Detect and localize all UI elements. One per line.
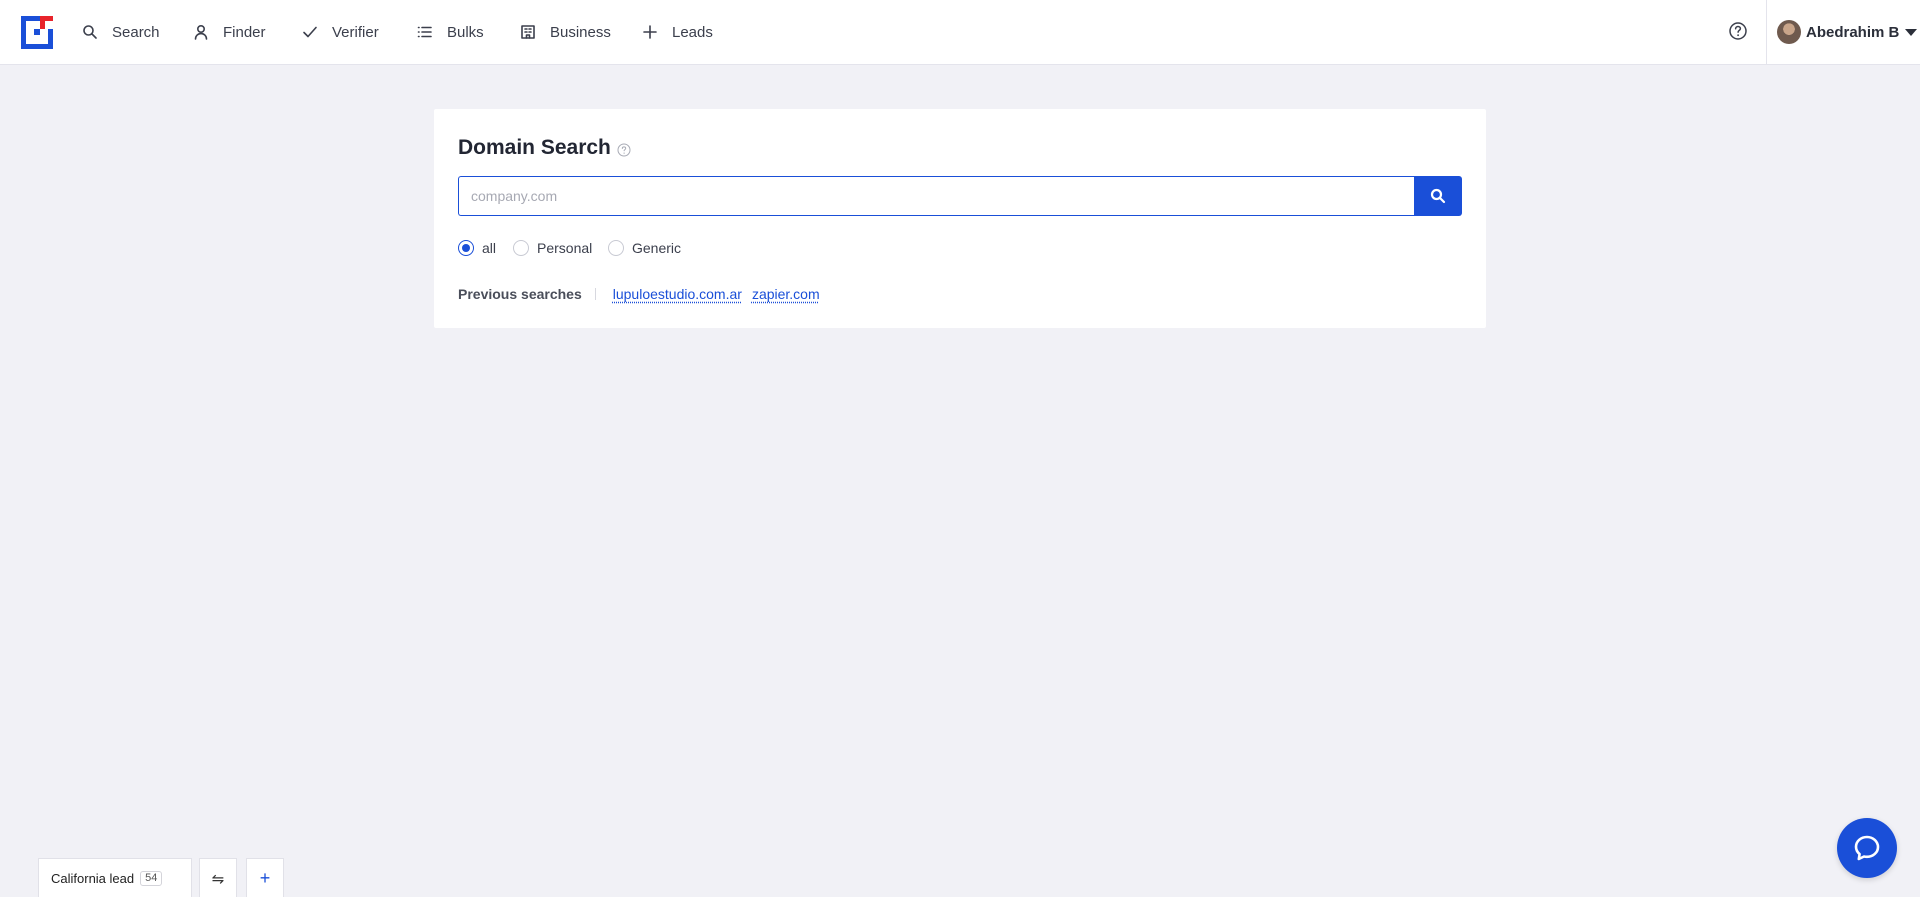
radio-generic[interactable]: Generic <box>608 238 681 258</box>
search-icon <box>83 25 97 39</box>
nav-leads[interactable]: Leads <box>642 0 713 64</box>
previous-searches: Previous searches lupuloestudio.com.ar z… <box>458 284 830 304</box>
nav-verifier[interactable]: Verifier <box>302 0 379 64</box>
user-menu[interactable]: Abedrahim B <box>1777 19 1918 45</box>
previous-search-link[interactable]: zapier.com <box>752 286 820 302</box>
nav-bulks-label: Bulks <box>447 23 484 41</box>
search-icon <box>1430 188 1446 204</box>
switch-list-button[interactable]: ⇋ <box>199 858 237 897</box>
add-list-button[interactable]: + <box>246 858 284 897</box>
chat-icon <box>1854 835 1880 861</box>
avatar <box>1777 20 1801 44</box>
plus-icon <box>643 25 657 39</box>
page-title-text: Domain Search <box>458 136 611 159</box>
divider <box>594 288 596 300</box>
radio-all-dot[interactable] <box>458 240 474 256</box>
nav-leads-label: Leads <box>672 23 713 41</box>
leads-list-name: California lead <box>51 871 135 886</box>
nav-search[interactable]: Search <box>82 0 160 64</box>
previous-search-link[interactable]: lupuloestudio.com.ar <box>613 286 742 302</box>
leads-list-tab[interactable]: California lead 54 <box>38 858 192 897</box>
nav-bulks[interactable]: Bulks <box>417 0 484 64</box>
nav-divider <box>1766 0 1767 64</box>
swap-icon: ⇋ <box>211 870 225 888</box>
radio-generic-dot[interactable] <box>608 240 624 256</box>
search-button[interactable] <box>1414 176 1462 216</box>
user-name: Abedrahim B <box>1806 23 1900 41</box>
radio-generic-label: Generic <box>632 240 682 256</box>
nav-finder-label: Finder <box>223 23 266 41</box>
nav-finder[interactable]: Finder <box>193 0 266 64</box>
logo-icon[interactable] <box>21 16 53 49</box>
domain-search-card: Domain Search all Personal Generic Previ… <box>434 109 1486 328</box>
radio-personal-label: Personal <box>537 240 593 256</box>
radio-personal-dot[interactable] <box>513 240 529 256</box>
chevron-down-icon <box>1905 28 1918 36</box>
nav-verifier-label: Verifier <box>332 23 379 41</box>
leads-count-badge: 54 <box>140 871 163 886</box>
radio-all[interactable]: all <box>458 238 496 258</box>
check-icon <box>303 26 317 38</box>
help-icon[interactable] <box>617 143 631 157</box>
chat-button[interactable] <box>1837 818 1897 878</box>
top-navigation: Search Finder Verifier Bulks Business Le… <box>0 0 1920 65</box>
page-title: Domain Search <box>458 136 631 160</box>
plus-icon: + <box>259 868 271 888</box>
list-icon <box>417 26 432 38</box>
radio-personal[interactable]: Personal <box>513 238 592 258</box>
radio-all-label: all <box>482 240 497 256</box>
building-icon <box>521 25 535 39</box>
search-row <box>458 176 1462 216</box>
nav-business[interactable]: Business <box>520 0 611 64</box>
nav-business-label: Business <box>550 23 611 41</box>
user-icon <box>194 24 208 40</box>
nav-search-label: Search <box>112 23 160 41</box>
help-icon[interactable] <box>1728 21 1748 41</box>
domain-search-input[interactable] <box>458 176 1416 216</box>
previous-searches-label: Previous searches <box>458 286 582 302</box>
